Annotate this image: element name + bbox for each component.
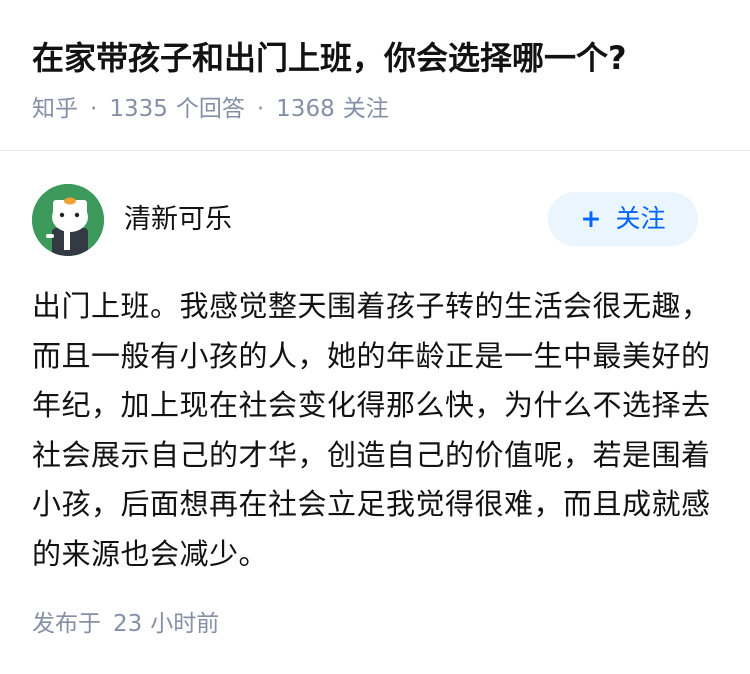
answer-published-time: 发布于 23 小时前 [32, 604, 219, 644]
follower-count-label: 关注 [342, 96, 389, 122]
avatar-illustration-icon [32, 184, 104, 256]
question-title[interactable]: 在家带孩子和出门上班，你会选择哪一个? [32, 34, 627, 82]
answer-content[interactable]: 出门上班。我感觉整天围着孩子转的生活会很无趣，而且一般有小孩的人，她的年龄正是一… [32, 282, 722, 579]
author-name[interactable]: 清新可乐 [124, 200, 232, 240]
answer-author-row: 清新可乐 + 关注 [0, 150, 750, 280]
separator-dot: · [256, 96, 265, 122]
follow-button-label: 关注 [615, 204, 666, 233]
follower-count: 1368 [276, 96, 335, 122]
question-header: 在家带孩子和出门上班，你会选择哪一个? 知乎 · 1335 个回答 · 1368 关注 [0, 0, 750, 151]
follow-button[interactable]: + 关注 [548, 192, 698, 246]
answer-count: 1335 [109, 96, 168, 122]
published-unit: 小时前 [150, 611, 220, 637]
source-label[interactable]: 知乎 [32, 96, 78, 122]
published-number: 23 [113, 611, 143, 637]
published-prefix: 发布于 [32, 611, 101, 637]
plus-icon: + [580, 204, 602, 233]
question-meta: 知乎 · 1335 个回答 · 1368 关注 [32, 92, 389, 126]
separator-dot: · [90, 96, 98, 122]
avatar[interactable] [32, 184, 104, 256]
answer-count-label: 个回答 [175, 96, 245, 122]
